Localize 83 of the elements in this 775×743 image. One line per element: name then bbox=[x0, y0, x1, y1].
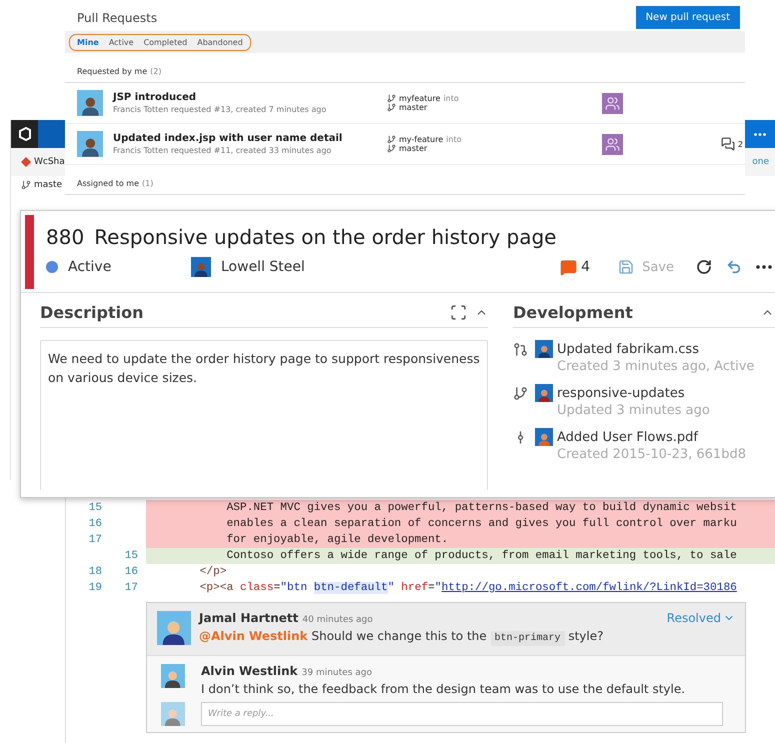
line-number: 15 bbox=[124, 549, 138, 564]
more-button[interactable] bbox=[756, 265, 772, 269]
development-link[interactable]: responsive-updates bbox=[557, 386, 775, 400]
comment-time: 39 minutes ago bbox=[302, 668, 372, 678]
comment-text: I don’t think so, the feedback from the design team was to use the default style. bbox=[201, 682, 686, 696]
section-label: Requested by me bbox=[77, 67, 148, 76]
section-count: (1) bbox=[142, 179, 154, 188]
branch-icon bbox=[387, 103, 396, 112]
save-icon bbox=[618, 259, 634, 275]
branch-icon bbox=[513, 386, 528, 400]
comment-count: 2 bbox=[738, 140, 743, 148]
comment-author: Alvin Westlink bbox=[201, 664, 298, 678]
more-icon bbox=[754, 132, 766, 136]
state-label[interactable]: Active bbox=[68, 259, 112, 275]
refresh-icon bbox=[696, 259, 712, 275]
comments-icon bbox=[720, 137, 735, 151]
repo-name: WcSha bbox=[34, 157, 65, 167]
development-detail: Created 2015-10-23, 661bd8 bbox=[557, 447, 747, 462]
undo-button[interactable] bbox=[726, 259, 742, 275]
line-number: 17 bbox=[124, 581, 138, 596]
undo-icon bbox=[726, 259, 742, 275]
reviewers-icon bbox=[602, 92, 623, 114]
pull-request-subtitle: Francis Totten requested #13, created 7 minutes ago bbox=[113, 105, 328, 114]
work-item-title[interactable]: Responsive updates on the order history page bbox=[94, 225, 556, 249]
avatar bbox=[77, 90, 103, 116]
pull-request-title[interactable]: JSP introduced bbox=[113, 92, 387, 103]
more-icon bbox=[756, 265, 772, 269]
section-heading: Description bbox=[40, 303, 144, 322]
tab[interactable]: Abandoned bbox=[193, 36, 247, 48]
avatar bbox=[535, 428, 553, 446]
line-number: 15 bbox=[88, 501, 102, 516]
section-count: (2) bbox=[150, 67, 162, 76]
tab[interactable]: Mine bbox=[73, 36, 103, 48]
target-branch: master bbox=[399, 103, 428, 112]
avatar bbox=[157, 611, 191, 645]
into-label: into bbox=[443, 94, 459, 103]
work-item-id: 880 bbox=[46, 225, 84, 249]
tab[interactable]: Active bbox=[104, 36, 138, 48]
development-detail: Created 3 minutes ago, Active bbox=[557, 359, 756, 374]
branch-icon bbox=[21, 180, 31, 190]
pull-request-title[interactable]: Updated index.jsp with user name detail bbox=[113, 133, 387, 144]
avatar bbox=[77, 131, 103, 157]
section-label: Assigned to me bbox=[77, 179, 140, 188]
reply-field[interactable]: Write a reply... bbox=[201, 702, 723, 726]
pull-request-subtitle: Francis Totten requested #11, created 33 minutes ago bbox=[113, 146, 332, 155]
pull-request-icon bbox=[513, 342, 528, 356]
source-branch: my-feature bbox=[399, 135, 444, 144]
avatar bbox=[535, 340, 553, 358]
target-branch: master bbox=[399, 144, 428, 153]
branch-icon bbox=[387, 135, 396, 144]
page-title: Pull Requests bbox=[77, 10, 158, 24]
tab[interactable]: Completed bbox=[140, 36, 192, 48]
line-number: 16 bbox=[124, 565, 138, 580]
comment-author: Jamal Hartnett bbox=[199, 611, 298, 625]
refresh-button[interactable] bbox=[696, 259, 712, 275]
new-pull-request-button[interactable]: New pull request bbox=[636, 6, 740, 29]
line-number: 16 bbox=[88, 517, 102, 532]
comment-time: 40 minutes ago bbox=[302, 615, 373, 625]
comment-icon bbox=[560, 258, 578, 276]
into-label: into bbox=[446, 135, 462, 144]
repo-icon bbox=[21, 157, 31, 167]
line-number: 17 bbox=[88, 533, 102, 548]
avatar bbox=[161, 664, 185, 688]
section-heading: Development bbox=[513, 303, 633, 322]
branch-icon bbox=[387, 94, 396, 103]
development-detail: Updated 3 minutes ago bbox=[557, 403, 711, 418]
line-number: 18 bbox=[88, 565, 102, 580]
avatar bbox=[191, 257, 211, 277]
development-link[interactable]: Added User Flows.pdf bbox=[557, 430, 775, 444]
description-field[interactable]: We need to update the order history page to support responsiveness on various device sizes. bbox=[40, 340, 488, 490]
branch-name: maste bbox=[34, 180, 62, 190]
assignee-name[interactable]: Lowell Steel bbox=[221, 259, 305, 275]
development-link[interactable]: Updated fabrikam.css bbox=[557, 342, 775, 356]
maximize-icon bbox=[450, 304, 467, 321]
comment-text: @Alvin Westlink Should we change this to the btn-primary style? bbox=[199, 629, 604, 644]
source-branch: myfeature bbox=[399, 94, 440, 103]
reviewers-icon bbox=[602, 134, 623, 154]
avatar bbox=[161, 702, 185, 726]
maximize-button[interactable] bbox=[450, 304, 467, 321]
discussion-count-button[interactable]: 4 bbox=[560, 258, 590, 276]
branch-icon bbox=[387, 144, 396, 153]
avatar bbox=[535, 384, 553, 402]
line-number: 19 bbox=[88, 581, 102, 596]
